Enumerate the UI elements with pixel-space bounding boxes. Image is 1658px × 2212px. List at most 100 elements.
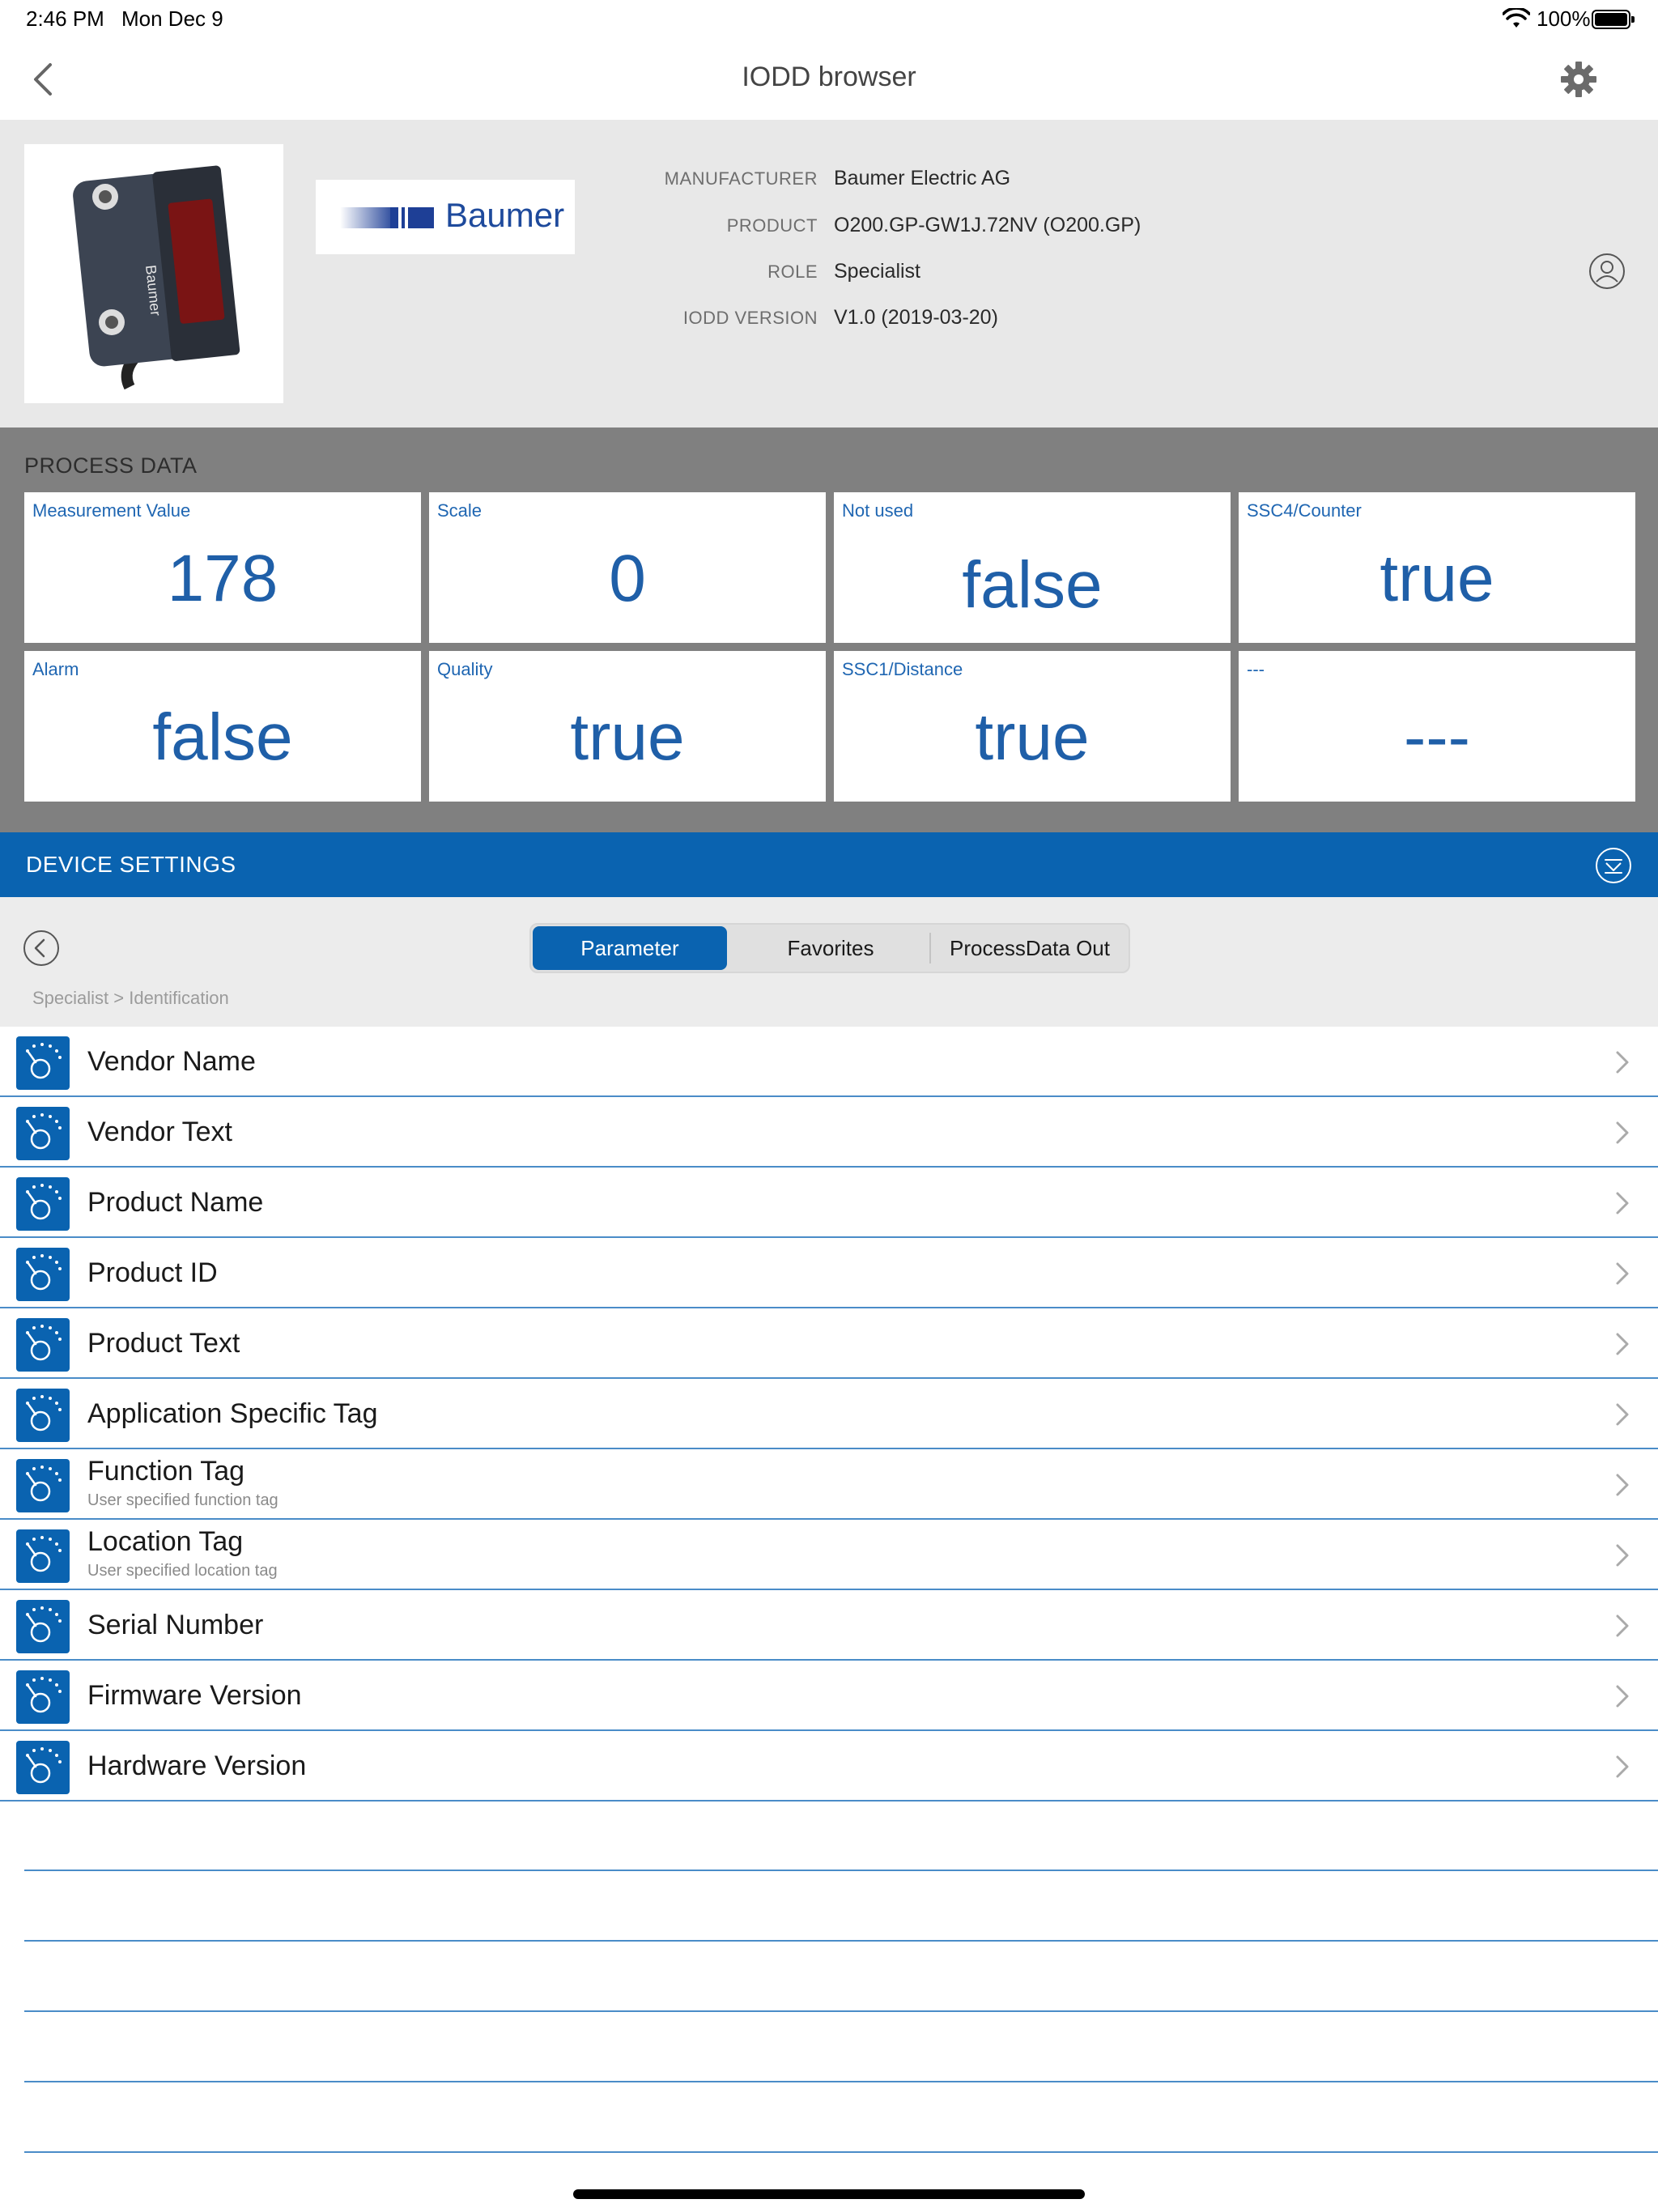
parameter-subtitle: User specified location tag	[87, 1562, 278, 1580]
parameter-row-function-tag[interactable]: Function Tag User specified function tag	[0, 1449, 1658, 1520]
parameter-title: Hardware Version	[87, 1750, 307, 1781]
device-settings-heading: DEVICE SETTINGS	[26, 852, 236, 877]
chevron-right-icon	[1616, 1544, 1629, 1567]
info-value: Specialist	[834, 260, 920, 283]
info-value: Baumer Electric AG	[834, 167, 1011, 189]
device-image: Baumer	[24, 144, 283, 403]
process-tile-ssc4-counter[interactable]: SSC4/Counter true	[1239, 492, 1635, 643]
process-tile-not-used[interactable]: Not used false	[834, 492, 1231, 643]
chevron-right-icon	[1616, 1403, 1629, 1426]
parameter-row-hardware-version[interactable]: Hardware Version	[0, 1731, 1658, 1802]
user-icon[interactable]	[1588, 253, 1626, 290]
parameter-row-application-specific-tag[interactable]: Application Specific Tag	[0, 1379, 1658, 1449]
list-separator	[24, 1870, 1658, 1871]
baumer-logo-mark	[340, 207, 434, 228]
home-indicator[interactable]	[573, 2189, 1085, 2199]
settings-toolbar: Parameter Favorites ProcessData Out Spec…	[0, 897, 1658, 1027]
parameter-row-product-id[interactable]: Product ID	[0, 1238, 1658, 1308]
tile-value: true	[975, 700, 1090, 774]
process-tile-alarm[interactable]: Alarm false	[24, 651, 421, 802]
page-title: IODD browser	[742, 62, 916, 92]
tile-label: SSC1/Distance	[842, 659, 963, 679]
parameter-dial-icon	[16, 1107, 70, 1160]
tile-value: 0	[609, 542, 646, 615]
manufacturer-logo: Baumer	[316, 180, 575, 254]
parameter-dial-icon	[16, 1036, 70, 1090]
tile-value: ---	[1404, 700, 1470, 774]
tile-label: SSC4/Counter	[1247, 500, 1362, 521]
parameter-title: Product ID	[87, 1257, 218, 1288]
segment-divider	[929, 933, 931, 963]
parameter-row-vendor-text[interactable]: Vendor Text	[0, 1097, 1658, 1168]
chevron-right-icon	[1616, 1755, 1629, 1778]
parameter-dial-icon	[16, 1318, 70, 1372]
wifi-icon	[1503, 8, 1530, 28]
tile-label: Alarm	[32, 659, 79, 679]
chevron-right-icon	[1616, 1333, 1629, 1355]
tab-processdata-out[interactable]: ProcessData Out	[933, 926, 1127, 970]
chevron-right-icon	[1616, 1685, 1629, 1708]
back-circle-icon[interactable]	[23, 929, 60, 967]
parameter-row-serial-number[interactable]: Serial Number	[0, 1590, 1658, 1661]
parameter-title: Product Name	[87, 1187, 264, 1218]
status-date: Mon Dec 9	[121, 6, 223, 31]
parameter-title: Product Text	[87, 1328, 240, 1359]
parameter-title: Serial Number	[87, 1610, 264, 1640]
process-tile-ssc1-distance[interactable]: SSC1/Distance true	[834, 651, 1231, 802]
tile-value: true	[1380, 542, 1494, 615]
parameter-row-firmware-version[interactable]: Firmware Version	[0, 1661, 1658, 1731]
process-tile-scale[interactable]: Scale 0	[429, 492, 826, 643]
list-separator	[24, 2081, 1658, 2082]
tile-label: Not used	[842, 500, 914, 521]
list-separator	[24, 2151, 1658, 2153]
chevron-right-icon	[1616, 1262, 1629, 1285]
info-product: PRODUCT O200.GP-GW1J.72NV (O200.GP)	[615, 207, 1425, 240]
parameter-subtitle: User specified function tag	[87, 1491, 278, 1509]
list-separator	[24, 1940, 1658, 1942]
info-key: MANUFACTURER	[664, 168, 818, 189]
parameter-row-product-text[interactable]: Product Text	[0, 1308, 1658, 1379]
tile-label: Quality	[437, 659, 493, 679]
process-data-heading: PROCESS DATA	[24, 453, 198, 478]
status-bar: 2:46 PM Mon Dec 9 100%	[0, 0, 1658, 39]
parameter-title: Firmware Version	[87, 1680, 302, 1711]
parameter-dial-icon	[16, 1459, 70, 1512]
parameter-row-location-tag[interactable]: Location Tag User specified location tag	[0, 1520, 1658, 1590]
chevron-right-icon	[1616, 1614, 1629, 1637]
info-key: PRODUCT	[726, 215, 818, 236]
segmented-control: Parameter Favorites ProcessData Out	[529, 923, 1130, 973]
process-data-panel: PROCESS DATA Measurement Value 178 Scale…	[0, 428, 1658, 832]
parameter-title: Function Tag	[87, 1456, 245, 1487]
sensor-image: Baumer	[73, 165, 240, 390]
info-value: O200.GP-GW1J.72NV (O200.GP)	[834, 214, 1141, 236]
parameter-row-product-name[interactable]: Product Name	[0, 1168, 1658, 1238]
parameter-dial-icon	[16, 1389, 70, 1442]
parameter-row-vendor-name[interactable]: Vendor Name	[0, 1027, 1658, 1097]
tile-value: true	[570, 700, 685, 774]
breadcrumb: Specialist > Identification	[32, 988, 229, 1008]
tab-favorites[interactable]: Favorites	[735, 926, 926, 970]
tile-value: false	[152, 700, 293, 774]
tile-label: Measurement Value	[32, 500, 191, 521]
tab-parameter[interactable]: Parameter	[533, 926, 727, 970]
device-settings-bar[interactable]: DEVICE SETTINGS	[0, 832, 1658, 897]
collapse-icon[interactable]	[1595, 847, 1632, 884]
parameter-title: Location Tag	[87, 1526, 244, 1557]
process-tile-quality[interactable]: Quality true	[429, 651, 826, 802]
gear-icon[interactable]	[1559, 60, 1598, 99]
process-tile-empty[interactable]: --- ---	[1239, 651, 1635, 802]
info-value: V1.0 (2019-03-20)	[834, 306, 998, 329]
parameter-title: Vendor Name	[87, 1046, 256, 1077]
nav-bar: IODD browser	[0, 39, 1658, 120]
list-separator	[24, 2010, 1658, 2012]
tile-value: false	[962, 548, 1103, 622]
parameter-dial-icon	[16, 1177, 70, 1231]
chevron-right-icon	[1616, 1051, 1629, 1074]
logo-text: Baumer	[445, 196, 565, 234]
process-tile-measurement-value[interactable]: Measurement Value 178	[24, 492, 421, 643]
battery-icon	[1592, 10, 1635, 29]
parameter-title: Application Specific Tag	[87, 1398, 378, 1429]
info-role: ROLE Specialist	[615, 253, 1425, 286]
parameter-dial-icon	[16, 1741, 70, 1794]
info-key: ROLE	[767, 262, 818, 282]
